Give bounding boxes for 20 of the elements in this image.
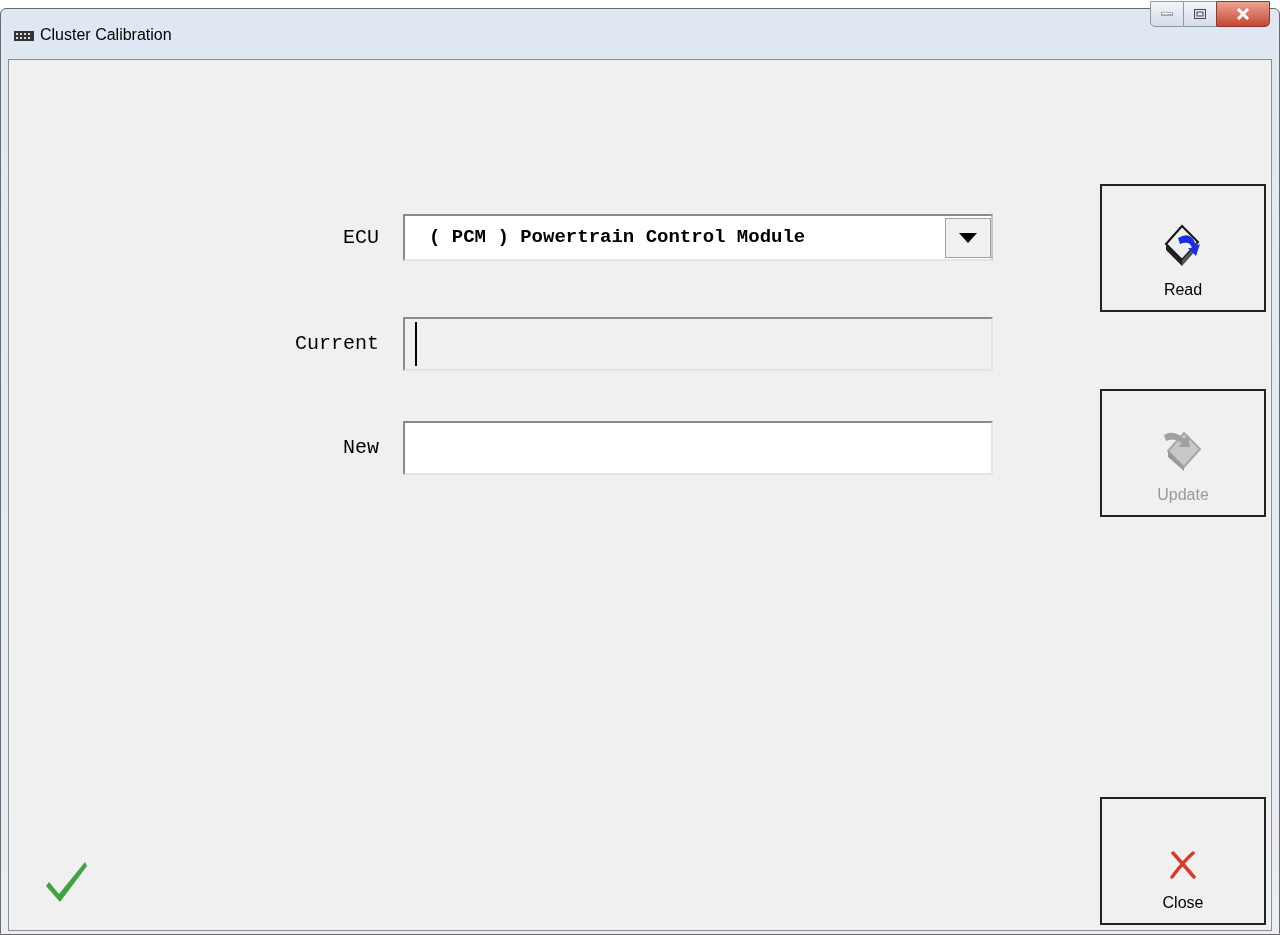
check-icon <box>46 862 87 902</box>
field-label: ECU <box>343 224 379 251</box>
caret-down-icon <box>959 232 977 243</box>
read-button[interactable]: Read <box>1100 184 1266 312</box>
close-icon <box>1170 851 1196 879</box>
close-window-button[interactable] <box>1216 1 1270 27</box>
field-label: Current <box>295 331 379 357</box>
dropdown-arrow-button[interactable] <box>945 217 991 258</box>
dropdown-value: ( PCM ) Powertrain Control Module <box>428 225 807 251</box>
ecu-dropdown[interactable]: ( PCM ) Powertrain Control Module <box>403 214 993 261</box>
field-label: New <box>343 435 379 461</box>
new-value-field[interactable] <box>403 421 993 475</box>
window-title: Cluster Calibration <box>40 25 172 45</box>
current-value-field[interactable] <box>403 317 993 371</box>
app-icon <box>14 29 34 43</box>
minimize-icon <box>1161 12 1173 16</box>
close-icon <box>1236 8 1250 20</box>
close-button[interactable]: Close <box>1100 797 1266 925</box>
maximize-button[interactable] <box>1184 1 1216 27</box>
maximize-icon <box>1194 9 1206 19</box>
